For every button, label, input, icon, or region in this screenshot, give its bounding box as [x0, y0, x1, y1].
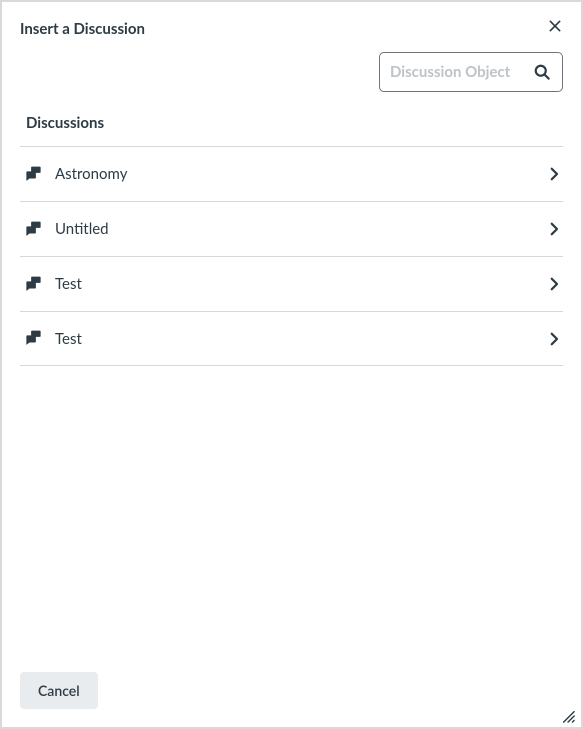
resize-handle[interactable] — [561, 709, 575, 723]
search-placeholder: Discussion Object — [390, 63, 532, 81]
cancel-button[interactable]: Cancel — [20, 672, 98, 709]
list-item-label: Test — [55, 330, 545, 348]
modal-title: Insert a Discussion — [20, 20, 545, 38]
section-title: Discussions — [2, 104, 581, 146]
resize-icon — [561, 709, 575, 723]
list-item-label: Untitled — [55, 220, 545, 238]
list-item[interactable]: Untitled — [20, 201, 563, 256]
discussion-icon — [24, 165, 43, 184]
search-input[interactable]: Discussion Object — [379, 52, 563, 92]
close-icon — [547, 18, 563, 34]
search-icon — [532, 62, 552, 82]
discussion-list: Astronomy Untitled — [2, 146, 581, 366]
insert-discussion-modal: Insert a Discussion Discussion Object Di… — [0, 0, 583, 729]
modal-footer: Cancel — [2, 658, 581, 727]
list-item[interactable]: Test — [20, 256, 563, 311]
discussion-icon — [24, 220, 43, 239]
modal-header: Insert a Discussion — [2, 2, 581, 46]
list-item[interactable]: Test — [20, 311, 563, 366]
list-item-label: Astronomy — [55, 165, 545, 183]
chevron-right-icon — [545, 165, 563, 183]
list-item-label: Test — [55, 275, 545, 293]
list-item[interactable]: Astronomy — [20, 146, 563, 201]
discussion-icon — [24, 329, 43, 348]
chevron-right-icon — [545, 220, 563, 238]
search-row: Discussion Object — [2, 46, 581, 104]
chevron-right-icon — [545, 275, 563, 293]
close-button[interactable] — [545, 16, 565, 36]
discussion-icon — [24, 275, 43, 294]
chevron-right-icon — [545, 330, 563, 348]
